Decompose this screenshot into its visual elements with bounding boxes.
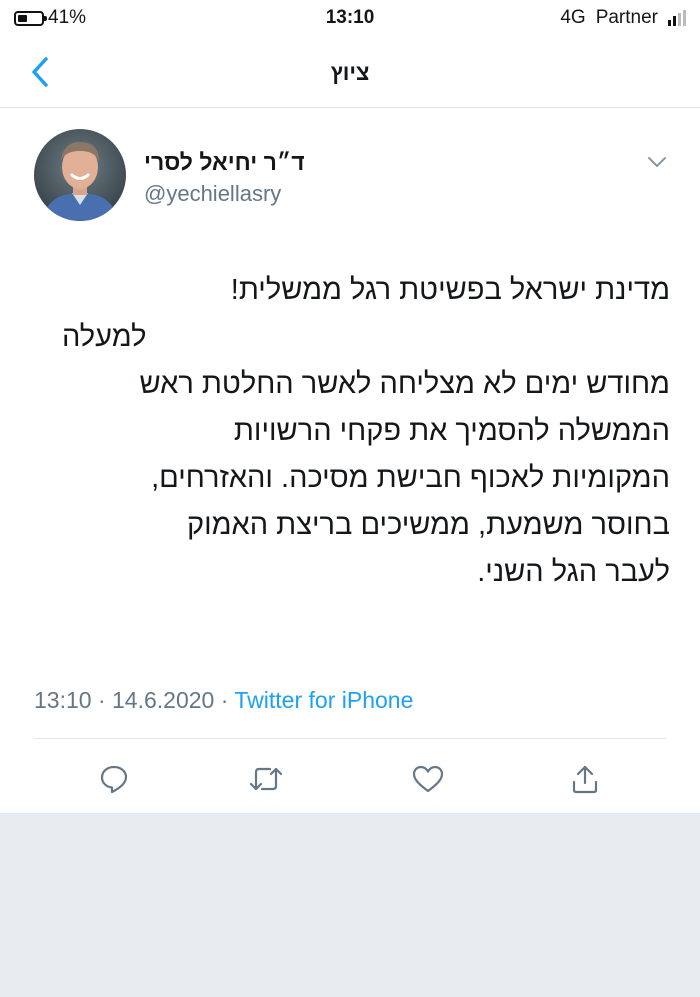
tweet-text-line: הממשלה להסמיך את פקחי הרשויות [233, 415, 670, 447]
tweet-text-line: מחודש ימים לא מצליחה לאשר החלטת ראש [139, 368, 670, 400]
like-icon [412, 765, 444, 793]
tweet-text-line: המקומיות לאכוף חבישת מסיכה. והאזרחים, [151, 462, 670, 494]
author-handle[interactable]: @yechiellasry [144, 181, 281, 207]
page-title: ציוץ [330, 60, 370, 85]
status-bar: 41% 13:10 4G Partner [0, 0, 700, 38]
tweet-text-line: בחוסר משמעת, ממשיכים בריצת האמוק [186, 509, 670, 541]
carrier-name: Partner [595, 7, 658, 28]
tweet-actions [0, 759, 700, 803]
meta-separator: · [97, 687, 106, 713]
network-type: 4G [560, 7, 586, 28]
reply-icon [100, 765, 128, 794]
author-name[interactable]: ד״ר יחיאל לסרי [144, 149, 305, 176]
tweet-source-link[interactable]: Twitter for iPhone [234, 687, 413, 713]
nav-bar: ציוץ [0, 38, 700, 108]
tweet-timestamp: 13:10 · 14.6.2020 · Twitter for iPhone [34, 687, 413, 714]
meta-separator: · [220, 687, 229, 713]
empty-replies-area [0, 813, 700, 997]
retweet-button[interactable] [246, 759, 286, 799]
tweet-date: 14.6.2020 [112, 687, 215, 713]
like-button[interactable] [408, 759, 448, 799]
share-button[interactable] [565, 759, 605, 799]
chevron-down-icon [648, 157, 666, 167]
divider [34, 738, 666, 739]
reply-button[interactable] [94, 759, 134, 799]
share-icon [572, 765, 598, 794]
tweet-time: 13:10 [34, 687, 92, 713]
tweet-text: מדינת ישראל בפשיטת רגל ממשלית! למעלה מחו… [30, 267, 670, 596]
tweet-menu-button[interactable] [645, 153, 669, 171]
network-status: 4G Partner [560, 7, 686, 29]
tweet-text-line: מדינת ישראל בפשיטת רגל ממשלית! [230, 274, 670, 306]
signal-icon [668, 10, 686, 26]
avatar[interactable] [34, 129, 126, 221]
tweet-text-line: לעבר הגל השני. [477, 556, 670, 588]
retweet-icon [249, 767, 283, 791]
tweet-text-line: למעלה [62, 321, 147, 353]
